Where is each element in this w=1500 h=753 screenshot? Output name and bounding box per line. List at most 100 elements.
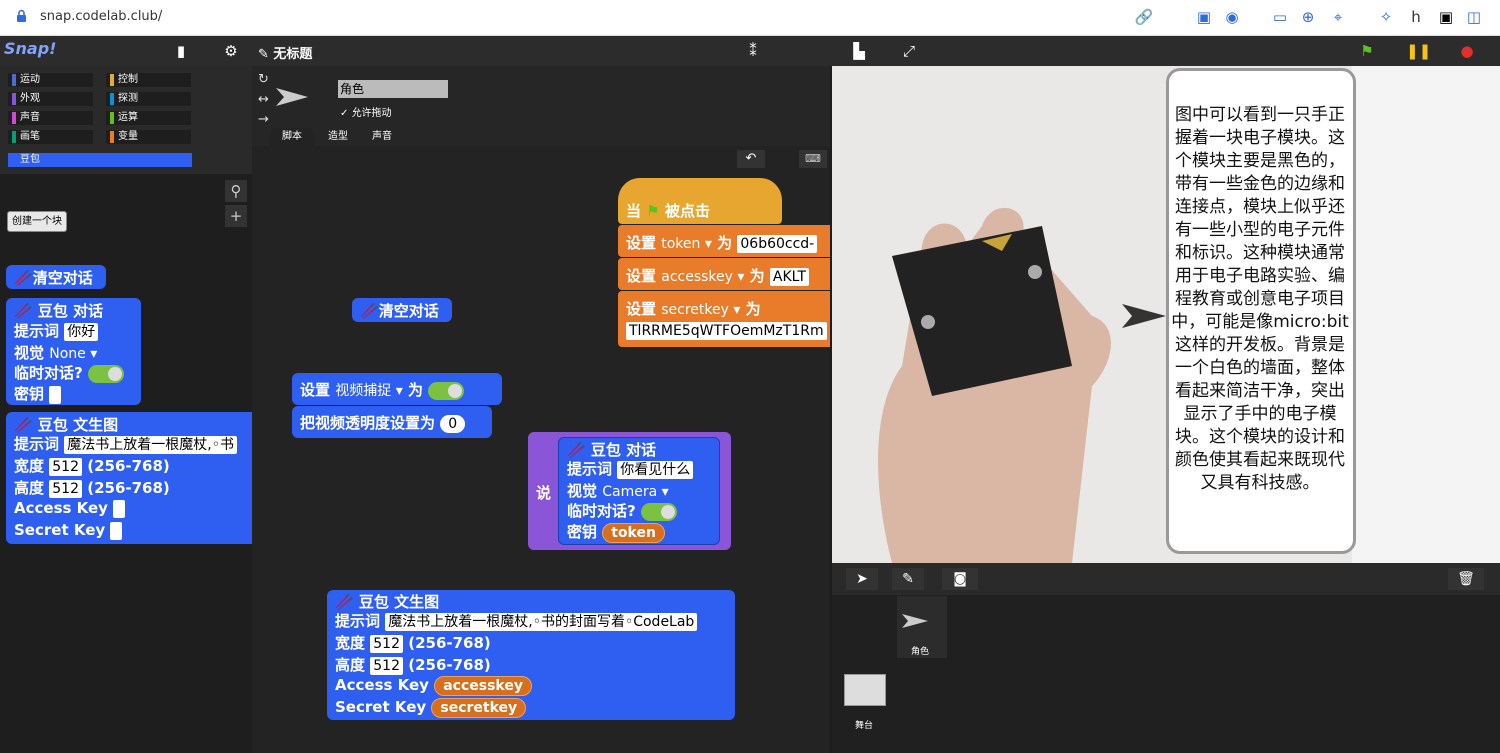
video-dropdown[interactable]: 视频捕捉 ▾	[335, 380, 402, 400]
hat-row: 当 ⚑ 被点击	[626, 202, 710, 220]
width-input[interactable]: 512	[49, 457, 82, 476]
access-input[interactable]	[113, 499, 126, 518]
profile-icon[interactable]: h	[1406, 7, 1426, 27]
set-token-block[interactable]: 设置 token ▾ 为 06b60ccd-	[618, 225, 830, 257]
link-icon[interactable]: 🔗	[1134, 7, 1154, 27]
prompt-input[interactable]: 魔法书上放着一根魔杖,◦书	[64, 435, 237, 454]
stage-size-icon[interactable]: ▙	[848, 40, 870, 62]
flip-icon[interactable]: ↔	[258, 92, 269, 107]
trash-icon[interactable]: 🗑	[1448, 568, 1484, 590]
secret-input[interactable]	[110, 521, 123, 540]
set-accesskey-block[interactable]: 设置 accesskey ▾ 为 AKLT	[618, 258, 830, 290]
sprite-thumbnail[interactable]: 角色	[897, 596, 947, 658]
keyboard-icon[interactable]: ⌨	[799, 150, 827, 168]
sidebar-icon[interactable]: ◫	[1464, 7, 1484, 27]
height-input[interactable]: 512	[370, 656, 403, 675]
value-input[interactable]: 06b60ccd-	[737, 234, 818, 253]
fullscreen-icon[interactable]: ⤢	[898, 40, 920, 62]
footprints-icon[interactable]: ⁑	[742, 40, 764, 62]
palette-chat-block[interactable]: 🥢 豆包 对话 提示词 你好 视觉 None ▾ 临时对话? 密钥	[6, 298, 141, 405]
key-row: 密钥 token	[567, 521, 665, 543]
no-rotate-icon[interactable]: →	[258, 112, 269, 127]
new-turtle-icon[interactable]: ➤	[846, 568, 878, 590]
category-color	[110, 74, 114, 86]
sprite-on-stage[interactable]	[1122, 304, 1166, 328]
vision-dropdown[interactable]: None ▾	[49, 346, 97, 362]
prompt-input[interactable]: 你好	[64, 322, 99, 341]
var-dropdown[interactable]: accesskey ▾	[661, 269, 744, 285]
temp-toggle[interactable]	[87, 364, 124, 383]
snap-logo[interactable]: Snap!	[4, 39, 56, 58]
category-sensing[interactable]: 探测	[106, 92, 191, 106]
draggable-checkbox[interactable]: ✓ 允许拖动	[340, 104, 392, 119]
stop-icon[interactable]: ●	[1456, 40, 1478, 62]
prompt-input[interactable]: 魔法书上放着一根魔杖,◦书的封面写着◦CodeLab	[385, 612, 698, 631]
height-input[interactable]: 512	[49, 479, 82, 498]
file-icon[interactable]: ▮	[170, 40, 192, 62]
key-input[interactable]	[49, 385, 62, 404]
transparency-input[interactable]: 0	[440, 414, 466, 433]
make-block-button[interactable]: 创建一个块	[7, 211, 67, 232]
category-pen[interactable]: 画笔	[8, 130, 93, 144]
screenshot-icon[interactable]: ▣	[1194, 7, 1214, 27]
green-flag-hat-block[interactable]: 当 ⚑ 被点击	[618, 178, 782, 224]
globe-icon[interactable]: ⊕	[1298, 7, 1318, 27]
window-icon[interactable]: ▣	[1436, 7, 1456, 27]
temp-toggle[interactable]	[640, 502, 677, 521]
prompt-row: 提示词 魔法书上放着一根魔杖,◦书	[14, 433, 237, 454]
width-input[interactable]: 512	[370, 634, 403, 653]
video-toggle[interactable]	[428, 381, 465, 400]
category-sound[interactable]: 声音	[8, 111, 93, 125]
clear-chat-block[interactable]: 🥢清空对话	[352, 298, 452, 322]
sprite-label: 角色	[911, 647, 930, 657]
extension-icon[interactable]: ✧	[1376, 7, 1396, 27]
category-variables[interactable]: 变量	[106, 130, 191, 144]
address-bar[interactable]: snap.codelab.club/	[40, 9, 162, 24]
gear-icon[interactable]: ⚙	[220, 40, 242, 62]
tab-costumes[interactable]: 造型	[316, 128, 360, 146]
set-secretkey-block[interactable]: 设置 secretkey ▾ 为 TlRRME5qWTFOemMzT1Rm	[618, 291, 830, 347]
set-row: 设置 accesskey ▾ 为 AKLT	[626, 265, 810, 286]
value-input[interactable]: AKLT	[769, 267, 810, 286]
tab-sounds[interactable]: 声音	[360, 128, 404, 146]
vision-dropdown[interactable]: Camera ▾	[602, 484, 668, 500]
chat-block[interactable]: 🥢 豆包 对话 提示词 你看见什么 视觉 Camera ▾ 临时对话? 密钥 t…	[558, 437, 720, 545]
search-icon[interactable]: ⚲	[225, 180, 247, 202]
terminal-icon[interactable]: ▭	[1270, 7, 1290, 27]
token-variable[interactable]: token	[602, 523, 665, 543]
tab-scripts[interactable]: 脚本	[270, 128, 314, 146]
category-doubao[interactable]: 豆包	[8, 153, 192, 167]
green-flag-icon[interactable]: ⚑	[1356, 40, 1378, 62]
prompt-input[interactable]: 你看见什么	[617, 460, 694, 479]
value-row: TlRRME5qWTFOemMzT1Rm	[626, 321, 827, 340]
target-icon[interactable]: ⌖	[1328, 7, 1348, 27]
paint-brush-icon[interactable]: ✎	[892, 568, 924, 590]
lock-icon	[17, 9, 26, 22]
var-dropdown[interactable]: token ▾	[661, 236, 712, 252]
secretkey-variable[interactable]: secretkey	[431, 698, 527, 718]
rotate-icon[interactable]: ↻	[258, 72, 269, 87]
value-input[interactable]: TlRRME5qWTFOemMzT1Rm	[626, 321, 827, 340]
category-motion[interactable]: 运动	[8, 73, 93, 87]
var-dropdown[interactable]: secretkey ▾	[661, 302, 740, 318]
t2i-block[interactable]: 🥢 豆包 文生图 提示词 魔法书上放着一根魔杖,◦书的封面写着◦CodeLab …	[327, 590, 735, 720]
block-title: 🥢 豆包 对话	[14, 302, 104, 320]
category-color	[110, 131, 114, 143]
stage-thumbnail[interactable]	[844, 674, 886, 706]
set-transparency-block[interactable]: 把视频透明度设置为 0	[292, 406, 492, 438]
category-looks[interactable]: 外观	[8, 92, 93, 106]
category-control[interactable]: 控制	[106, 73, 191, 87]
accesskey-variable[interactable]: accesskey	[434, 676, 532, 696]
sprite-name-input[interactable]: 角色	[338, 80, 448, 98]
pause-icon[interactable]: ❚❚	[1406, 40, 1431, 62]
undo-icon[interactable]: ↶	[737, 150, 765, 168]
palette-t2i-block[interactable]: 🥢 豆包 文生图 提示词 魔法书上放着一根魔杖,◦书 宽度 512 (256-7…	[6, 412, 252, 544]
category-operators[interactable]: 运算	[106, 111, 191, 125]
project-title: ✎ 无标题	[258, 47, 313, 62]
set-video-block[interactable]: 设置 视频捕捉 ▾ 为	[292, 373, 502, 405]
camera-icon[interactable]: ◉	[1222, 7, 1242, 27]
zoom-plus-icon[interactable]: +	[225, 205, 247, 227]
camera-icon[interactable]: ◙	[942, 568, 978, 590]
category-color	[12, 131, 16, 143]
palette-clear-chat-block[interactable]: 🥢清空对话	[6, 265, 106, 289]
